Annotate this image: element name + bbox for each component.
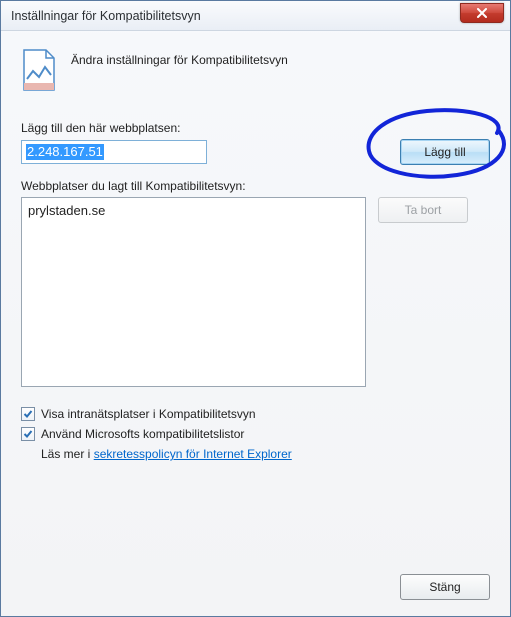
add-site-label: Lägg till den här webbplatsen: [21, 121, 490, 135]
footer: Stäng [400, 574, 490, 600]
add-site-row: 2.248.167.51 Lägg till [21, 139, 490, 165]
window-close-button[interactable] [460, 3, 504, 23]
checkbox-intranet-row: Visa intranätsplatser i Kompatibilitetsv… [21, 407, 490, 421]
close-icon [476, 8, 488, 18]
list-item[interactable]: prylstaden.se [28, 202, 359, 220]
remove-button: Ta bort [378, 197, 468, 223]
privacy-policy-link[interactable]: sekretesspolicyn för Internet Explorer [94, 447, 292, 461]
checkbox-mslists-label: Använd Microsofts kompatibilitetslistor [41, 427, 244, 441]
compat-doc-icon [21, 49, 57, 91]
add-button[interactable]: Lägg till [400, 139, 490, 165]
checkbox-intranet[interactable] [21, 407, 35, 421]
sites-list-row: prylstaden.se Ta bort [21, 197, 490, 387]
checkbox-mslists-row: Använd Microsofts kompatibilitetslistor [21, 427, 490, 441]
sites-list-label: Webbplatser du lagt till Kompatibilitets… [21, 179, 490, 193]
add-site-input[interactable] [21, 140, 207, 164]
readmore-prefix: Läs mer i [41, 447, 94, 461]
dialog-window: Inställningar för Kompatibilitetsvyn Änd… [0, 0, 511, 617]
dialog-content: Ändra inställningar för Kompatibilitetsv… [1, 31, 510, 475]
sites-listbox[interactable]: prylstaden.se [21, 197, 366, 387]
titlebar: Inställningar för Kompatibilitetsvyn [1, 1, 510, 31]
checkbox-intranet-label: Visa intranätsplatser i Kompatibilitetsv… [41, 407, 256, 421]
close-button[interactable]: Stäng [400, 574, 490, 600]
readmore-line: Läs mer i sekretesspolicyn för Internet … [41, 447, 490, 461]
checkbox-mslists[interactable] [21, 427, 35, 441]
checkmark-icon [23, 429, 33, 439]
header-text: Ändra inställningar för Kompatibilitetsv… [71, 49, 288, 67]
checkmark-icon [23, 409, 33, 419]
header-row: Ändra inställningar för Kompatibilitetsv… [21, 49, 490, 91]
window-title: Inställningar för Kompatibilitetsvyn [11, 9, 201, 23]
